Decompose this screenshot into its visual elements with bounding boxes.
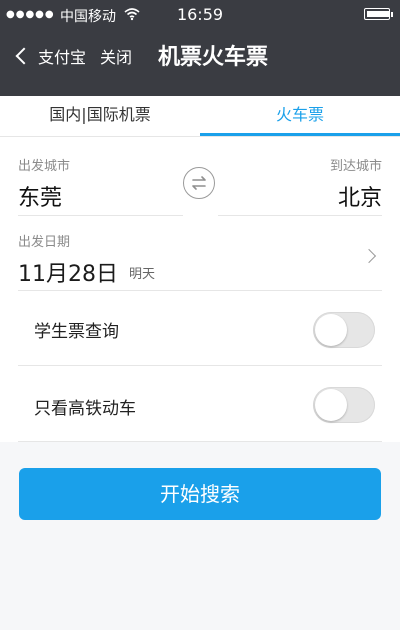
departure-city-label: 出发城市 (18, 159, 71, 174)
departure-city-field[interactable]: 东莞 (18, 180, 62, 212)
high-speed-only-label: 只看高铁动车 (34, 399, 136, 419)
battery-icon (364, 8, 393, 20)
start-search-button[interactable]: 开始搜索 (19, 468, 381, 520)
page-title: 机票火车票 (158, 45, 269, 70)
top-bar: ●●●●● 中国移动 16:59 支付宝 关闭 机票火车票 (0, 0, 400, 96)
navigation-bar: 支付宝 关闭 机票火车票 (0, 30, 400, 96)
arrival-city-field[interactable]: 北京 (338, 180, 382, 212)
tab-train-tickets[interactable]: 火车票 (200, 96, 400, 136)
arrival-city-label: 到达城市 (329, 159, 382, 174)
search-form: 出发城市 东莞 到达城市 北京 出发日期 11月28日 明天 学生票查询 只看高… (0, 137, 400, 442)
close-button[interactable]: 关闭 (100, 44, 132, 68)
swap-icon (192, 176, 206, 190)
active-tab-indicator (200, 133, 400, 136)
status-time: 16:59 (176, 5, 224, 24)
divider (18, 290, 382, 291)
departure-date-field[interactable]: 11月28日 (18, 256, 118, 288)
divider (18, 441, 382, 442)
student-ticket-label: 学生票查询 (34, 322, 119, 342)
divider (18, 365, 382, 366)
ticket-tabs: 国内|国际机票 火车票 (0, 96, 400, 137)
toggle-knob (315, 314, 347, 346)
chevron-left-icon (15, 47, 33, 65)
date-hint: 明天 (129, 267, 156, 282)
departure-date-label: 出发日期 (18, 235, 71, 250)
divider (218, 215, 382, 216)
tab-flight-tickets[interactable]: 国内|国际机票 (0, 96, 200, 136)
swap-cities-button[interactable] (183, 167, 215, 199)
status-bar: ●●●●● 中国移动 16:59 (0, 0, 400, 30)
battery-level (367, 11, 389, 17)
chevron-right-icon[interactable] (361, 248, 377, 264)
toggle-knob (315, 389, 347, 421)
divider (18, 215, 183, 216)
high-speed-only-toggle[interactable] (313, 387, 375, 423)
student-ticket-toggle[interactable] (313, 312, 375, 348)
back-button[interactable]: 支付宝 (15, 44, 87, 68)
back-label: 支付宝 (38, 48, 87, 67)
